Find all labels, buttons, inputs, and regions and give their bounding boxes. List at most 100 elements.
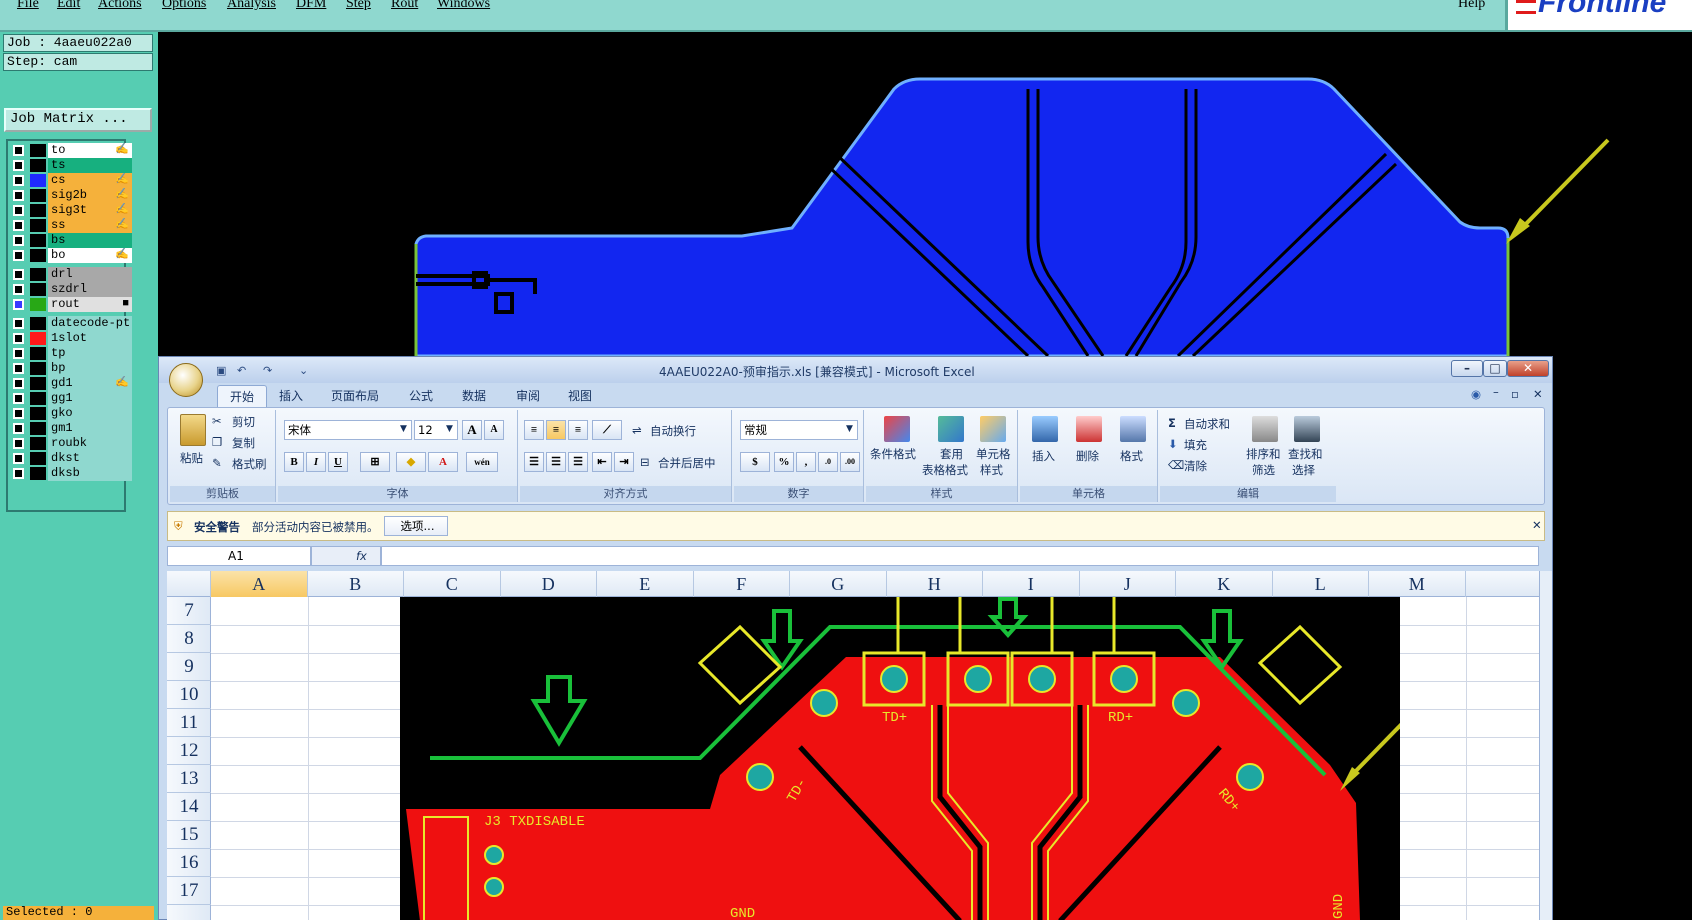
layer-name[interactable]: bo ✍	[48, 248, 132, 263]
row-header-9[interactable]: 9	[167, 653, 211, 681]
italic-icon[interactable]: I	[306, 452, 326, 472]
layer-row-roubk[interactable]: roubk	[10, 436, 132, 451]
layer-row-drl[interactable]: drl	[10, 267, 132, 282]
copy-button[interactable]: 复制	[232, 435, 255, 451]
layer-color-swatch[interactable]	[30, 467, 46, 480]
phonetic-icon[interactable]: wén	[466, 452, 498, 472]
layer-name[interactable]: dkst	[48, 451, 132, 466]
layer-row-bs[interactable]: bs	[10, 233, 132, 248]
find-select-button-1[interactable]: 查找和	[1288, 446, 1323, 462]
delete-cells-button[interactable]: 删除	[1076, 448, 1099, 464]
wrap-text-icon[interactable]: ⇌	[632, 423, 642, 437]
row-header-12[interactable]: 12	[167, 737, 211, 765]
clear-icon[interactable]: ⌫	[1168, 458, 1184, 472]
ribbon-close-icon[interactable]: ✕	[1533, 387, 1543, 401]
layer-name[interactable]: gm1	[48, 421, 132, 436]
layer-checkbox[interactable]	[13, 378, 24, 389]
comma-icon[interactable]: ,	[796, 452, 816, 472]
menu-rout[interactable]: Rout	[391, 0, 418, 12]
format-painter-button[interactable]: 格式刷	[232, 456, 267, 472]
font-name-dropdown-icon[interactable]: ▼	[400, 424, 407, 434]
layer-checkbox[interactable]	[13, 408, 24, 419]
layer-color-swatch[interactable]	[30, 298, 46, 311]
tab-page-layout[interactable]: 页面布局	[331, 387, 379, 404]
layer-row-datecode-pt[interactable]: datecode-pt	[10, 316, 132, 331]
insert-cells-button[interactable]: 插入	[1032, 448, 1055, 464]
pcb-image[interactable]: TD+ RD+ TD- RD+ J3 TXDISABLE GND GND	[400, 597, 1400, 920]
layer-checkbox[interactable]	[13, 269, 24, 280]
layer-color-swatch[interactable]	[30, 452, 46, 465]
align-left-icon[interactable]: ☰	[524, 452, 544, 472]
layer-color-swatch[interactable]	[30, 362, 46, 375]
layer-checkbox[interactable]	[13, 160, 24, 171]
cell-styles-button-1[interactable]: 单元格	[976, 446, 1011, 462]
bold-icon[interactable]: B	[284, 452, 304, 472]
decrease-decimal-icon[interactable]: .00	[840, 452, 860, 472]
tab-data[interactable]: 数据	[462, 387, 486, 404]
font-name-select[interactable]: 宋体	[284, 420, 412, 440]
ribbon-restore-icon[interactable]: ▫	[1511, 387, 1519, 401]
minimize-button[interactable]: –	[1451, 360, 1483, 377]
column-header-c[interactable]: C	[404, 571, 501, 597]
layer-row-bp[interactable]: bp	[10, 361, 132, 376]
conditional-format-icon[interactable]	[884, 416, 910, 442]
security-options-button[interactable]: 选项...	[384, 516, 448, 536]
layer-checkbox[interactable]	[13, 468, 24, 479]
cut-button[interactable]: 剪切	[232, 414, 255, 430]
row-header-17[interactable]: 17	[167, 877, 211, 905]
tab-insert[interactable]: 插入	[279, 387, 303, 404]
layer-name[interactable]: to ✍	[48, 143, 132, 158]
layer-row-dkst[interactable]: dkst	[10, 451, 132, 466]
layer-name[interactable]: ss ✍	[48, 218, 132, 233]
layer-checkbox[interactable]	[13, 453, 24, 464]
cam-graphic-canvas[interactable]	[158, 32, 1692, 356]
layer-name[interactable]: gko	[48, 406, 132, 421]
layer-checkbox[interactable]	[13, 438, 24, 449]
find-select-button-2[interactable]: 选择	[1292, 462, 1315, 478]
layer-checkbox[interactable]	[13, 348, 24, 359]
layer-name[interactable]: bs	[48, 233, 132, 248]
row-header-14[interactable]: 14	[167, 793, 211, 821]
column-header-e[interactable]: E	[597, 571, 694, 597]
layer-checkbox[interactable]	[13, 250, 24, 261]
layer-row-ss[interactable]: ss ✍	[10, 218, 132, 233]
layer-row-gko[interactable]: gko	[10, 406, 132, 421]
menu-help[interactable]: Help	[1458, 0, 1485, 12]
align-right-icon[interactable]: ☰	[568, 452, 588, 472]
percent-icon[interactable]: %	[774, 452, 794, 472]
menu-actions[interactable]: Actions	[98, 0, 142, 12]
layer-checkbox[interactable]	[13, 205, 24, 216]
layer-row-dksb[interactable]: dksb	[10, 466, 132, 481]
sort-filter-button-1[interactable]: 排序和	[1246, 446, 1281, 462]
layer-name[interactable]: rout ■	[48, 297, 132, 312]
menu-file[interactable]: File	[17, 0, 39, 12]
column-header-k[interactable]: K	[1176, 571, 1273, 597]
fill-color-icon[interactable]: ◆	[396, 452, 426, 472]
layer-color-swatch[interactable]	[30, 377, 46, 390]
layer-color-swatch[interactable]	[30, 422, 46, 435]
fill-icon[interactable]: ⬇	[1168, 437, 1178, 451]
menu-edit[interactable]: Edit	[57, 0, 80, 12]
layer-checkbox[interactable]	[13, 175, 24, 186]
cut-icon[interactable]: ✂	[212, 414, 222, 428]
menu-dfm[interactable]: DFM	[296, 0, 326, 12]
layer-color-swatch[interactable]	[30, 219, 46, 232]
column-header-l[interactable]: L	[1273, 571, 1369, 597]
ribbon-minimize-icon[interactable]: –	[1493, 385, 1499, 399]
formula-fx-box[interactable]: fx	[311, 546, 381, 566]
cell-styles-icon[interactable]	[980, 416, 1006, 442]
close-button[interactable]: ✕	[1507, 360, 1549, 377]
layer-name[interactable]: datecode-pt	[48, 316, 132, 331]
tab-formulas[interactable]: 公式	[409, 387, 433, 404]
layer-row-cs[interactable]: cs ✍	[10, 173, 132, 188]
autosum-icon[interactable]: Σ	[1168, 416, 1176, 430]
select-all-corner[interactable]	[167, 571, 211, 597]
align-bottom-icon[interactable]: ≡	[568, 420, 588, 440]
layer-checkbox[interactable]	[13, 145, 24, 156]
layer-name[interactable]: dksb	[48, 466, 132, 481]
layer-color-swatch[interactable]	[30, 347, 46, 360]
row-header-7[interactable]: 7	[167, 597, 211, 625]
layer-row-szdrl[interactable]: szdrl	[10, 282, 132, 297]
borders-icon[interactable]: ⊞	[360, 452, 390, 472]
layer-checkbox[interactable]	[13, 190, 24, 201]
